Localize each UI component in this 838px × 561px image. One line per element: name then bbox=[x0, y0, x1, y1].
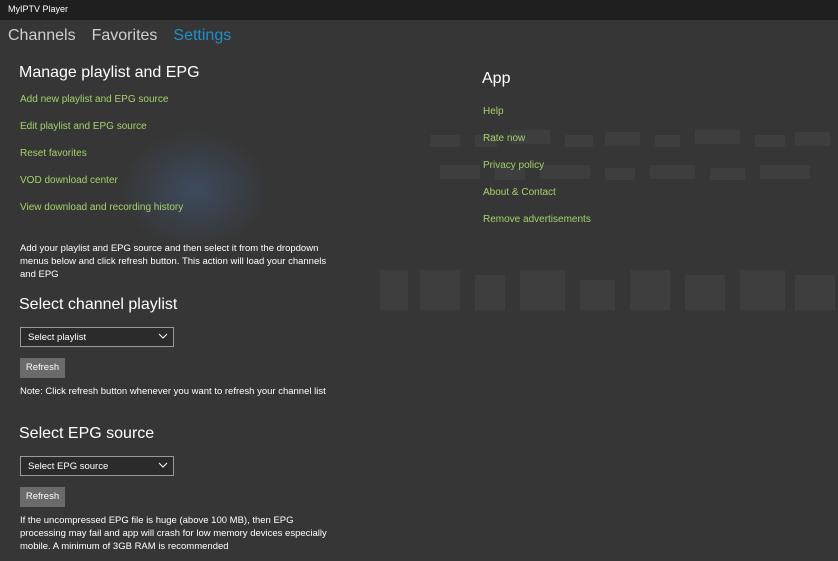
epg-select-value: Select EPG source bbox=[28, 461, 109, 472]
playlist-section-title: Select channel playlist bbox=[19, 296, 178, 313]
download-history-link[interactable]: View download and recording history bbox=[20, 202, 183, 213]
remove-ads-link[interactable]: Remove advertisements bbox=[483, 214, 591, 225]
epg-select[interactable]: Select EPG source bbox=[20, 456, 174, 476]
tab-settings[interactable]: Settings bbox=[173, 27, 231, 45]
add-source-link[interactable]: Add new playlist and EPG source bbox=[20, 94, 168, 105]
epg-section-title: Select EPG source bbox=[19, 425, 155, 442]
window-title: MyIPTV Player bbox=[8, 4, 69, 14]
playlist-select-value: Select playlist bbox=[28, 332, 87, 343]
reset-favorites-link[interactable]: Reset favorites bbox=[20, 148, 87, 159]
privacy-policy-link[interactable]: Privacy policy bbox=[483, 160, 544, 171]
chevron-down-icon bbox=[158, 333, 168, 339]
tab-channels[interactable]: Channels bbox=[8, 27, 76, 45]
epg-refresh-button[interactable]: Refresh bbox=[20, 487, 65, 507]
help-link[interactable]: Help bbox=[483, 106, 504, 117]
app-section-title: App bbox=[482, 70, 511, 87]
epg-note: If the uncompressed EPG file is huge (ab… bbox=[20, 515, 327, 552]
rate-now-link[interactable]: Rate now bbox=[483, 133, 525, 144]
background-art bbox=[380, 130, 835, 310]
playlist-refresh-button[interactable]: Refresh bbox=[20, 358, 65, 378]
chevron-down-icon bbox=[158, 462, 168, 468]
manage-section-title: Manage playlist and EPG bbox=[19, 64, 200, 81]
background-art-blob bbox=[120, 130, 270, 250]
tab-favorites[interactable]: Favorites bbox=[92, 27, 158, 45]
playlist-note: Note: Click refresh button whenever you … bbox=[20, 386, 326, 397]
vod-download-center-link[interactable]: VOD download center bbox=[20, 175, 118, 186]
edit-source-link[interactable]: Edit playlist and EPG source bbox=[20, 121, 147, 132]
main-nav: Channels Favorites Settings bbox=[8, 27, 231, 45]
title-bar: MyIPTV Player bbox=[0, 0, 838, 20]
about-contact-link[interactable]: About & Contact bbox=[483, 187, 556, 198]
manage-info-text: Add your playlist and EPG source and the… bbox=[20, 243, 327, 280]
playlist-select[interactable]: Select playlist bbox=[20, 327, 174, 347]
